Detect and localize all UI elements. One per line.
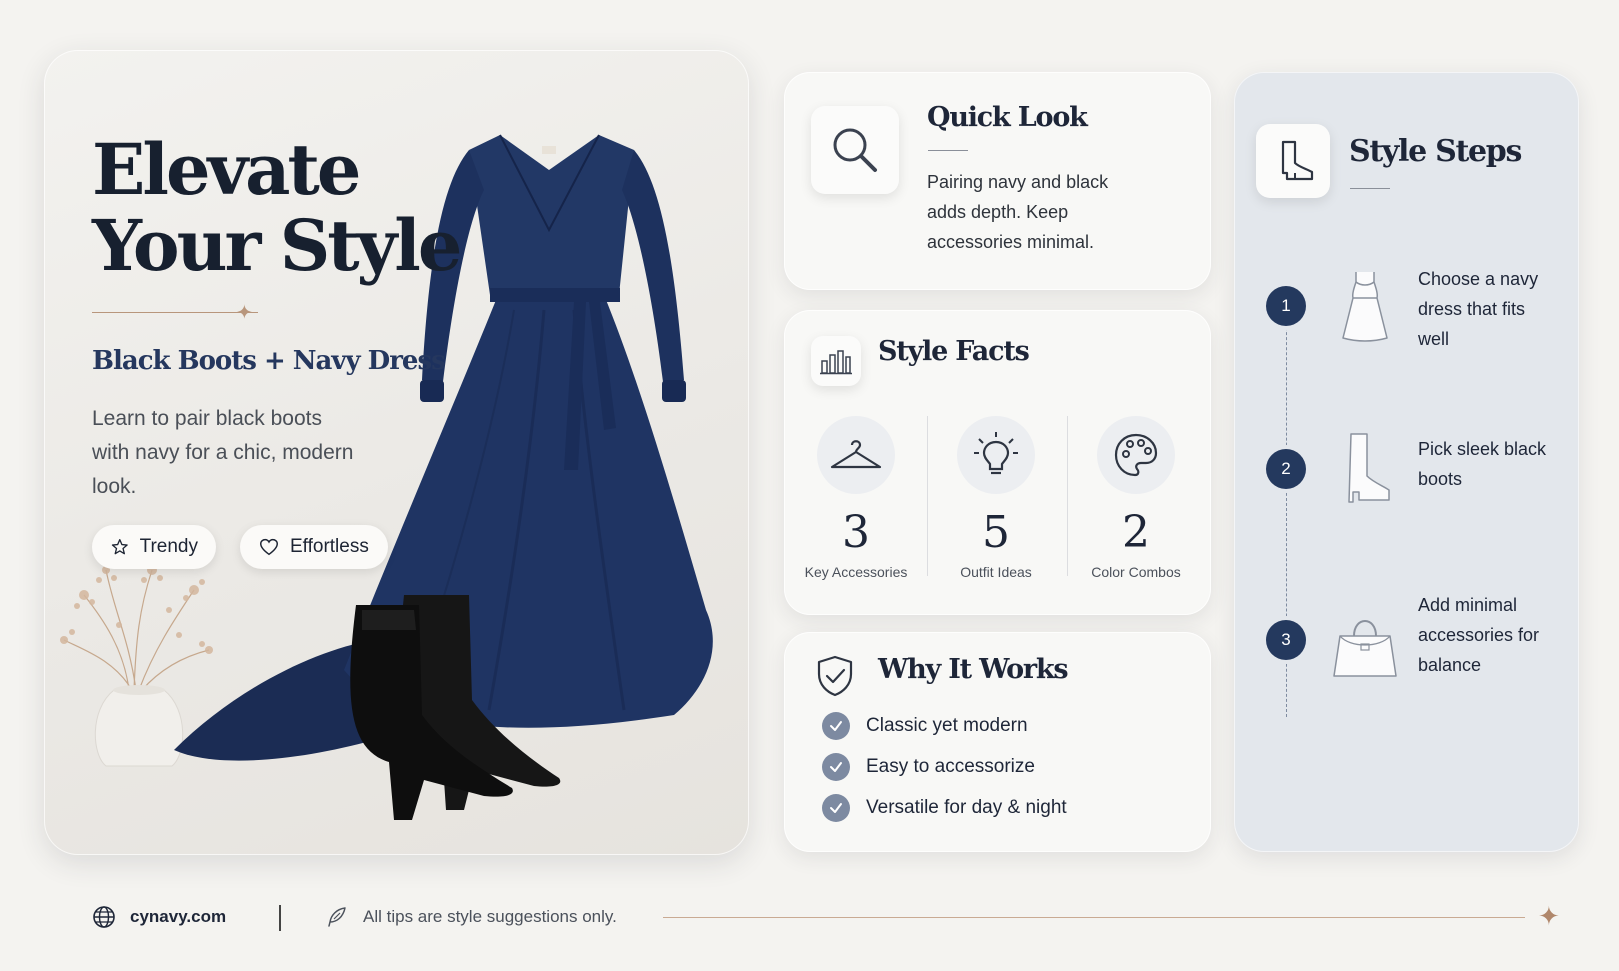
stat-label: Outfit Ideas <box>960 564 1032 580</box>
why-it-works-card: Why It Works Classic yet modern Easy to … <box>784 632 1211 852</box>
stat-label: Color Combos <box>1091 564 1181 580</box>
hanger-icon <box>830 440 882 469</box>
shield-check-icon <box>817 655 853 697</box>
stat-value: 5 <box>982 507 1010 558</box>
list-item-label: Versatile for day & night <box>866 797 1067 818</box>
title-divider <box>928 150 968 151</box>
title-divider <box>1350 188 1390 189</box>
handbag-icon <box>1333 620 1397 677</box>
step-number: 1 <box>1266 286 1306 326</box>
step-text: Choose a navy dress that fits well <box>1418 269 1539 349</box>
style-facts-title: Style Facts <box>878 336 1030 367</box>
quick-look-icon-tile <box>811 106 899 194</box>
tag-label: Effortless <box>290 536 369 557</box>
tag-label: Trendy <box>139 536 198 557</box>
bar-chart-icon <box>820 350 852 375</box>
search-icon <box>833 128 877 172</box>
hero-divider <box>92 312 258 313</box>
tag-effortless[interactable]: Effortless <box>240 525 388 569</box>
stat-value: 3 <box>842 507 870 558</box>
footer-separator <box>279 905 281 931</box>
footer-website[interactable]: cynavy.com <box>92 905 226 929</box>
list-item: Versatile for day & night <box>822 794 1067 822</box>
quick-look-card: Quick Look Pairing navy and black adds d… <box>784 72 1211 290</box>
list-item-label: Classic yet modern <box>866 715 1028 736</box>
stat-icon-circle <box>817 416 895 494</box>
feather-pen-icon <box>328 907 346 927</box>
stat-key-accessories: 3 Key Accessories <box>786 416 926 580</box>
boot-icon <box>1281 140 1314 181</box>
style-facts-icon-tile <box>811 336 861 386</box>
hero-subtitle: Black Boots + Navy Dress <box>92 346 446 376</box>
website-label: cynavy.com <box>130 907 227 926</box>
palette-icon <box>1114 433 1158 477</box>
heart-icon <box>260 538 278 556</box>
step-text: Add minimal accessories for balance <box>1418 595 1540 675</box>
hero-card: Elevate Your Style ✦ Black Boots + Navy … <box>44 50 749 855</box>
hero-title: Elevate Your Style <box>92 128 462 287</box>
stat-outfit-ideas: 5 Outfit Ideas <box>926 416 1066 580</box>
disclaimer-text: All tips are style suggestions only. <box>363 907 617 926</box>
hero-description: Learn to pair black boots with navy for … <box>92 407 354 498</box>
style-steps-panel: Style Steps 1 Choose a navy dress that f… <box>1234 72 1579 852</box>
list-item: Easy to accessorize <box>822 753 1035 781</box>
lightbulb-icon <box>974 432 1018 475</box>
sparkle-icon: ✦ <box>1538 901 1560 931</box>
list-item: Classic yet modern <box>822 712 1028 740</box>
quick-look-title: Quick Look <box>927 102 1088 133</box>
check-icon <box>822 753 850 781</box>
star-icon <box>111 539 128 555</box>
step-number: 3 <box>1266 620 1306 660</box>
list-item-label: Easy to accessorize <box>866 756 1035 777</box>
stat-value: 2 <box>1122 507 1150 558</box>
dress-icon <box>1342 272 1388 342</box>
footer-disclaimer: All tips are style suggestions only. <box>325 905 617 929</box>
check-icon <box>822 712 850 740</box>
stat-label: Key Accessories <box>804 564 908 580</box>
check-icon <box>822 794 850 822</box>
tag-trendy[interactable]: Trendy <box>92 525 216 569</box>
why-it-works-title: Why It Works <box>878 654 1069 685</box>
footer-divider <box>663 917 1525 918</box>
stat-icon-circle <box>957 416 1035 494</box>
style-steps-title: Style Steps <box>1349 134 1522 169</box>
sparkle-icon: ✦ <box>236 302 253 324</box>
globe-icon <box>93 906 115 928</box>
step-number: 2 <box>1266 449 1306 489</box>
boot-icon <box>1348 433 1390 503</box>
stat-color-combos: 2 Color Combos <box>1066 416 1206 580</box>
stat-icon-circle <box>1097 416 1175 494</box>
step-text: Pick sleek black boots <box>1418 439 1547 489</box>
quick-look-text: Pairing navy and black adds depth. Keep … <box>927 172 1109 252</box>
style-steps-icon-tile <box>1256 124 1330 198</box>
style-facts-card: Style Facts 3 Key Accessories 5 Outfit I… <box>784 310 1211 615</box>
